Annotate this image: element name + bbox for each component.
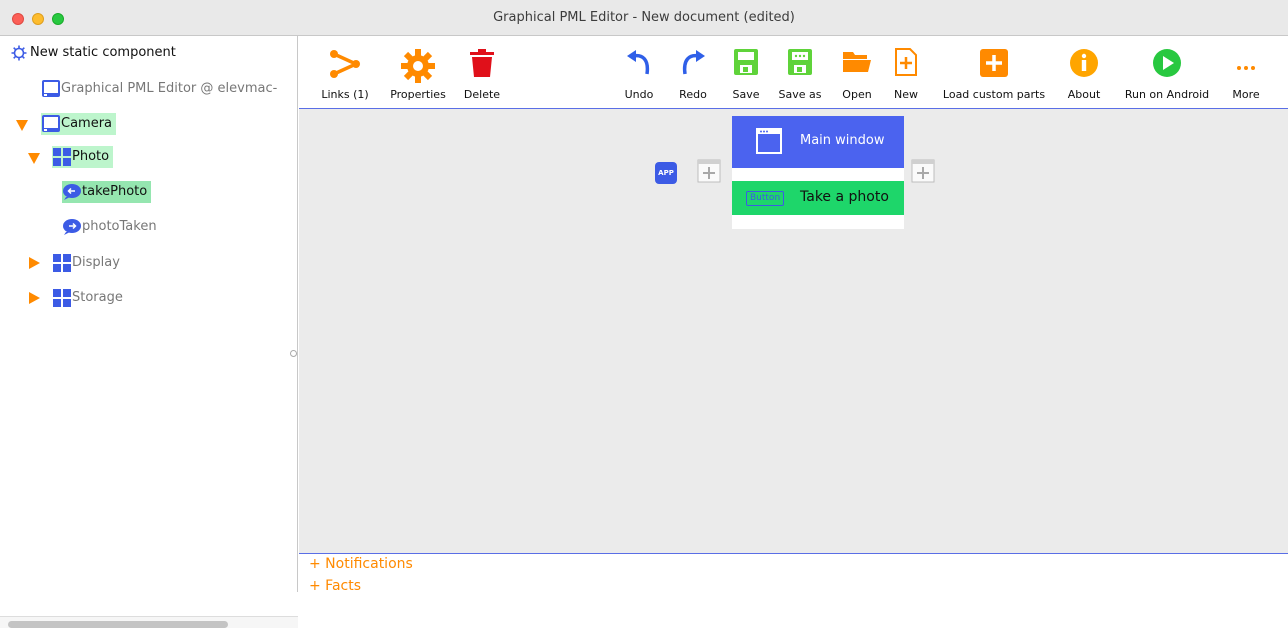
add-window-icon[interactable] [911,159,935,183]
tree-item-takephoto[interactable]: takePhoto [62,179,152,205]
button-type-badge: Button [746,191,785,206]
load-custom-parts-label: Load custom parts [942,88,1046,101]
about-label: About [1067,88,1101,101]
tree-item-photo[interactable]: Photo [52,144,114,170]
undo-button[interactable]: Undo [623,36,655,108]
floppy-disk-dots-icon [788,49,812,75]
more-dots-icon [1237,66,1255,70]
undo-label: Undo [624,88,654,101]
component-icon [53,254,71,272]
folder-icon [843,52,871,72]
floppy-disk-icon [734,49,758,75]
device-icon [42,115,60,132]
redo-button[interactable]: Redo [677,36,709,108]
take-photo-label: Take a photo [800,189,889,205]
load-custom-parts-button[interactable]: Load custom parts [935,36,1053,108]
tree-item-label: Graphical PML Editor @ elevmac- [61,81,278,96]
expand-arrow-icon[interactable] [16,120,28,131]
tree-item-camera[interactable]: Camera [41,111,117,137]
undo-icon [627,50,650,75]
tree-root[interactable]: New static component [10,40,176,66]
notifications-toggle[interactable]: + Notifications [309,556,413,572]
device-icon [42,80,60,97]
save-label: Save [732,88,760,101]
delete-button[interactable]: Delete [459,36,505,108]
main-window-node[interactable]: Main window [732,116,904,168]
main-window-spacer [732,168,904,181]
save-button[interactable]: Save [729,36,763,108]
delete-label: Delete [463,88,501,101]
window-icon [756,128,782,154]
tree-item-label: Storage [72,290,123,305]
horizontal-scrollbar-thumb[interactable] [8,621,228,628]
tree-item-display[interactable]: Display [52,250,120,276]
title-bar: Graphical PML Editor - New document (edi… [0,0,1288,36]
open-button[interactable]: Open [837,36,877,108]
tree-item-storage[interactable]: Storage [52,285,123,311]
tree-item-label: takePhoto [82,184,148,199]
more-label: More [1232,88,1260,101]
run-on-android-label: Run on Android [1124,88,1210,101]
add-square-icon [980,49,1008,77]
save-as-label: Save as [778,88,822,101]
share-links-icon [330,50,361,78]
trash-icon [470,49,494,77]
tree-item-label: Photo [72,149,110,164]
gear-outline-icon [11,45,27,61]
component-icon [53,148,71,166]
collapse-arrow-icon[interactable] [29,292,40,304]
play-icon [1153,49,1181,77]
design-canvas[interactable]: APP Main window Button Take a photo [299,109,1288,553]
splitter-handle[interactable] [290,350,297,357]
toolbar: Links (1) Properties Delete Undo Redo Sa… [299,36,1288,109]
properties-button[interactable]: Properties [385,36,451,108]
tree-root-label: New static component [30,45,176,60]
tree-item-label: photoTaken [82,219,157,234]
method-icon [63,219,81,235]
save-as-button[interactable]: Save as [775,36,825,108]
bottom-panel: + Notifications + Facts [299,553,1288,594]
open-label: Open [842,88,872,101]
collapse-arrow-icon[interactable] [29,257,40,269]
app-badge[interactable]: APP [655,162,677,184]
redo-label: Redo [679,88,707,101]
redo-icon [682,50,705,75]
new-button[interactable]: New [889,36,923,108]
add-window-icon[interactable] [697,159,721,183]
info-icon [1070,49,1098,77]
component-tree: New static component Graphical PML Edito… [0,36,298,628]
component-icon [53,289,71,307]
tree-item-label: Display [72,255,120,270]
take-photo-button-node[interactable]: Button Take a photo [732,181,904,215]
tree-item-label: Camera [61,116,113,131]
new-document-icon [895,48,917,76]
main-window-label: Main window [800,133,885,148]
tree-item-phototaken[interactable]: photoTaken [62,214,157,240]
expand-arrow-icon[interactable] [28,153,40,164]
tree-item-device[interactable]: Graphical PML Editor @ elevmac- [41,76,277,102]
gear-icon [401,49,435,83]
about-button[interactable]: About [1063,36,1105,108]
window-title: Graphical PML Editor - New document (edi… [493,10,795,25]
more-button[interactable]: More [1227,36,1265,108]
main-window-footer [732,215,904,229]
properties-label: Properties [390,88,446,101]
new-label: New [894,88,918,101]
method-icon [63,184,81,200]
links-button[interactable]: Links (1) [317,36,373,108]
links-label: Links (1) [321,88,369,101]
run-on-android-button[interactable]: Run on Android [1117,36,1217,108]
